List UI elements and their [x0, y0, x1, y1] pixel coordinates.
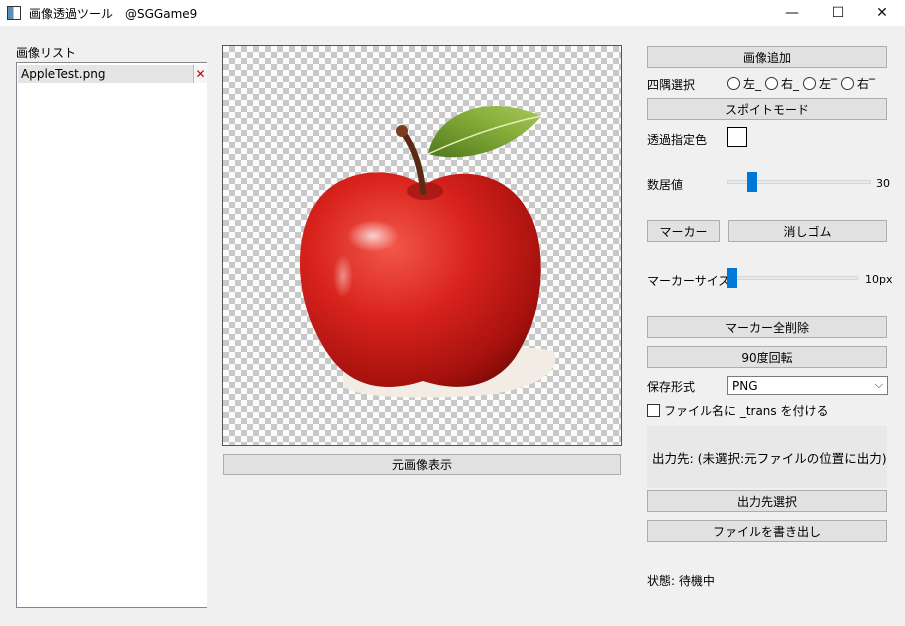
marker-size-value: 10px [865, 273, 893, 286]
preview-canvas[interactable] [222, 45, 622, 446]
output-destination-display: 出力先: (未選択:元ファイルの位置に出力) [647, 426, 887, 488]
marker-size-slider-thumb[interactable] [727, 268, 737, 288]
corner-radio-group: 左_ 右_ 左‾ 右‾ [727, 75, 879, 92]
export-file-button[interactable]: ファイルを書き出し [647, 520, 887, 542]
rotate-90-button[interactable]: 90度回転 [647, 346, 887, 368]
remove-item-icon[interactable]: ✕ [193, 65, 207, 83]
add-image-button[interactable]: 画像追加 [647, 46, 887, 68]
title-bar: 画像透過ツール @SGGame9 — ☐ ✕ [0, 0, 905, 26]
show-original-button[interactable]: 元画像表示 [223, 454, 621, 475]
append-trans-label: ファイル名に _trans を付ける [664, 404, 829, 418]
minimize-button[interactable]: — [769, 0, 815, 26]
corner-select-label: 四隅選択 [647, 78, 696, 92]
radio-circle [765, 77, 779, 90]
marker-button[interactable]: マーカー [647, 220, 720, 242]
append-trans-checkbox[interactable] [647, 404, 660, 417]
output-destination-text: 出力先: (未選択:元ファイルの位置に出力) [652, 450, 887, 466]
status-text: 状態: 待機中 [647, 574, 715, 588]
app-icon [7, 6, 21, 20]
select-output-button[interactable]: 出力先選択 [647, 490, 887, 512]
image-list[interactable]: AppleTest.png ✕ [16, 62, 207, 608]
save-format-label: 保存形式 [647, 380, 696, 394]
radio-label: 右‾ [857, 77, 876, 91]
threshold-label: 数居値 [647, 178, 684, 192]
apple-image [299, 105, 556, 398]
corner-radio-top-left[interactable]: 左‾ [803, 75, 837, 92]
transparent-color-label: 透過指定色 [647, 133, 708, 147]
save-format-select[interactable]: PNG ⌵ [727, 376, 888, 395]
marker-size-slider-track[interactable] [727, 276, 858, 280]
marker-size-label: マーカーサイズ [647, 274, 731, 288]
radio-label: 右_ [781, 77, 800, 91]
radio-circle [841, 77, 855, 90]
eyedropper-mode-button[interactable]: スポイトモード [647, 98, 887, 120]
save-format-value: PNG [732, 378, 758, 393]
window-title: 画像透過ツール @SGGame9 [29, 6, 198, 21]
list-item[interactable]: AppleTest.png ✕ [18, 65, 207, 83]
corner-radio-bottom-left[interactable]: 左_ [727, 75, 761, 92]
transparent-color-swatch[interactable] [727, 127, 747, 147]
close-button[interactable]: ✕ [859, 0, 905, 26]
radio-circle [727, 77, 740, 90]
radio-label: 左_ [743, 77, 762, 91]
corner-radio-top-right[interactable]: 右‾ [841, 75, 875, 92]
image-list-label: 画像リスト [16, 46, 77, 60]
corner-radio-bottom-right[interactable]: 右_ [765, 75, 799, 92]
maximize-button[interactable]: ☐ [815, 0, 861, 26]
eraser-button[interactable]: 消しゴム [728, 220, 887, 242]
clear-markers-button[interactable]: マーカー全削除 [647, 316, 887, 338]
threshold-slider-thumb[interactable] [747, 172, 758, 192]
append-trans-option[interactable]: ファイル名に _trans を付ける [647, 402, 828, 419]
chevron-down-icon: ⌵ [874, 378, 883, 391]
radio-label: 左‾ [819, 77, 838, 91]
radio-circle [803, 77, 817, 90]
list-item-name: AppleTest.png [21, 67, 106, 81]
threshold-value: 30 [876, 177, 890, 190]
